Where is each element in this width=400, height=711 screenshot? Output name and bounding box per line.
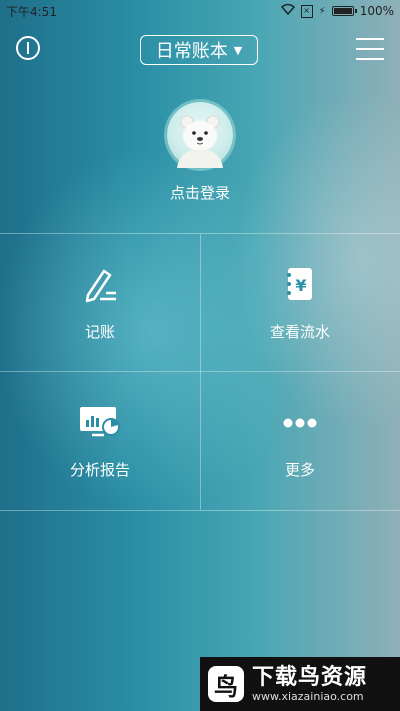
watermark-text: 下载鸟资源 www.xiazainiao.com xyxy=(252,664,368,703)
view-transactions-button[interactable]: ¥ 查看流水 xyxy=(200,234,400,371)
pen-icon xyxy=(78,263,122,307)
more-label: 更多 xyxy=(284,461,315,479)
polar-bear-icon xyxy=(177,115,223,168)
avatar[interactable] xyxy=(167,102,233,168)
battery-percent: 100% xyxy=(359,4,394,18)
more-dots-icon xyxy=(278,401,322,445)
profile-section: 点击登录 xyxy=(0,100,400,210)
view-transactions-label: 查看流水 xyxy=(269,323,330,341)
wifi-icon xyxy=(280,3,295,18)
ledger-yen-icon: ¥ xyxy=(278,263,322,307)
svg-text:¥: ¥ xyxy=(295,276,306,295)
status-bar: 下午4:51 × ⚡ 100% xyxy=(0,0,400,22)
app-header: 日常账本 ▼ xyxy=(0,22,400,78)
caret-down-icon: ▼ xyxy=(233,43,243,57)
watermark-title: 下载鸟资源 xyxy=(252,664,368,690)
sim-icon: × xyxy=(300,4,313,18)
book-selector[interactable]: 日常账本 ▼ xyxy=(140,35,258,65)
login-link[interactable]: 点击登录 xyxy=(0,182,400,203)
charging-icon: ⚡ xyxy=(318,5,326,17)
watermark: 鸟 下载鸟资源 www.xiazainiao.com xyxy=(200,657,400,711)
watermark-url: www.xiazainiao.com xyxy=(252,689,364,703)
status-time: 下午4:51 xyxy=(6,4,57,19)
chart-monitor-icon xyxy=(78,401,122,445)
watermark-logo: 鸟 xyxy=(208,666,244,702)
action-grid: 记账 ¥ 查看流水 分析报告 更多 xyxy=(0,233,400,511)
more-button[interactable]: 更多 xyxy=(200,372,400,509)
menu-icon[interactable] xyxy=(356,38,384,60)
info-icon[interactable] xyxy=(16,36,40,60)
book-selector-label: 日常账本 xyxy=(155,41,228,62)
analysis-report-label: 分析报告 xyxy=(69,461,130,479)
battery-icon xyxy=(331,6,357,16)
record-entry-button[interactable]: 记账 xyxy=(0,234,200,371)
analysis-report-button[interactable]: 分析报告 xyxy=(0,372,200,509)
status-icons: × ⚡ 100% xyxy=(280,3,394,18)
record-entry-label: 记账 xyxy=(84,323,115,341)
